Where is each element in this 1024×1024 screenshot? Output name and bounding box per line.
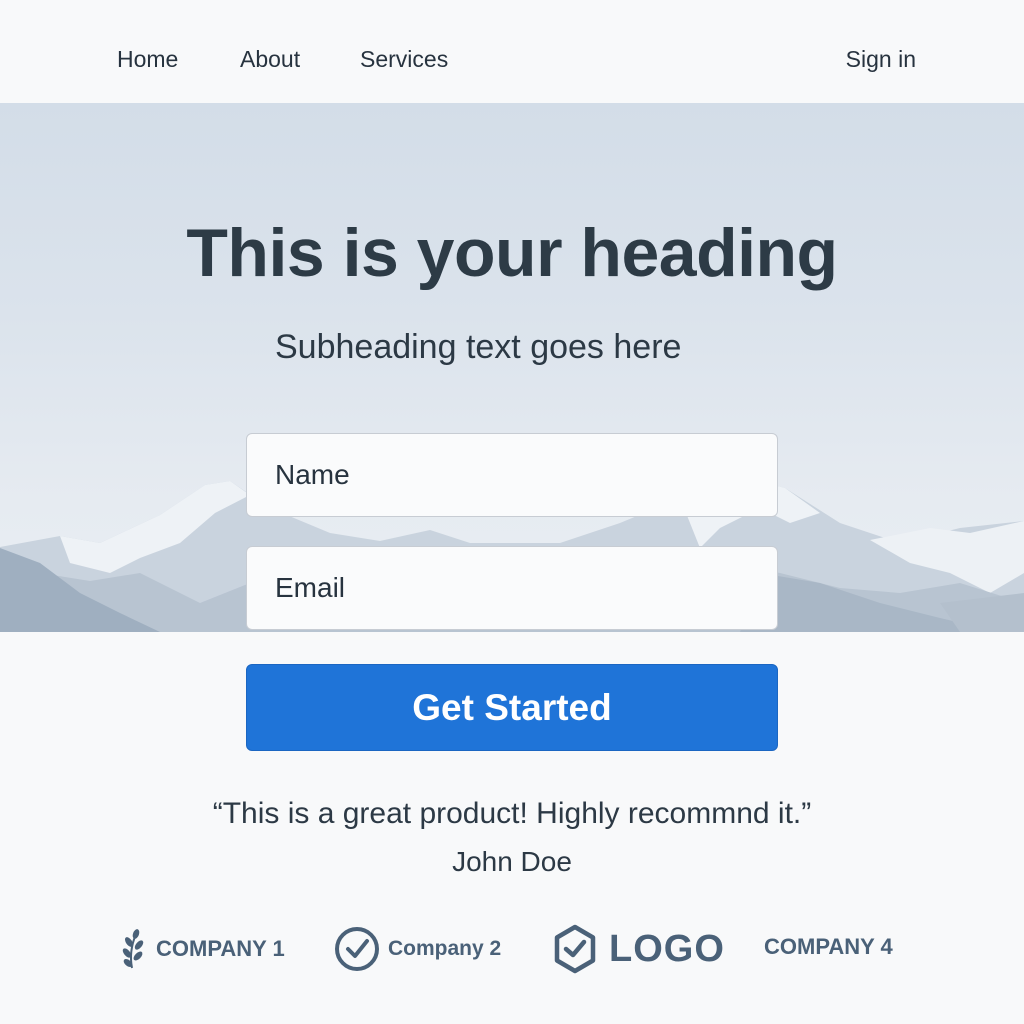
company-1-name: COMPANY 1: [156, 936, 285, 961]
logo-brand: LOGO: [553, 924, 725, 974]
testimonial-quote: “This is a great product! Highly recommn…: [212, 797, 812, 830]
company-1-logo: COMPANY 1: [120, 928, 285, 970]
company-4-logo: COMPANY 4: [764, 934, 893, 960]
nav-about-link[interactable]: About: [240, 45, 300, 73]
email-input[interactable]: [246, 546, 778, 630]
testimonial-author: John Doe: [452, 846, 572, 877]
hero-heading: This is your heading: [186, 215, 838, 291]
hexagon-check-icon: [554, 924, 596, 974]
hero-subheading: Subheading text goes here: [275, 328, 682, 366]
company-4-name: COMPANY 4: [764, 934, 893, 959]
get-started-button[interactable]: Get Started: [246, 664, 778, 751]
company-logos: COMPANY 1 Company 2 LOGO COMPANY 4: [0, 920, 1024, 984]
name-input[interactable]: [246, 433, 778, 517]
landing-page: Home About Services Sign in This is your…: [0, 0, 1024, 1024]
laurel-icon: [122, 929, 144, 969]
nav-home-link[interactable]: Home: [117, 45, 178, 73]
company-2-name: Company 2: [388, 937, 502, 960]
top-nav: Home About Services Sign in: [0, 0, 1024, 103]
company-2-logo: Company 2: [334, 926, 501, 972]
nav-services-link[interactable]: Services: [360, 45, 448, 73]
sign-in-link[interactable]: Sign in: [846, 45, 916, 73]
check-circle-icon: [335, 927, 379, 971]
logo-text: LOGO: [609, 927, 725, 970]
